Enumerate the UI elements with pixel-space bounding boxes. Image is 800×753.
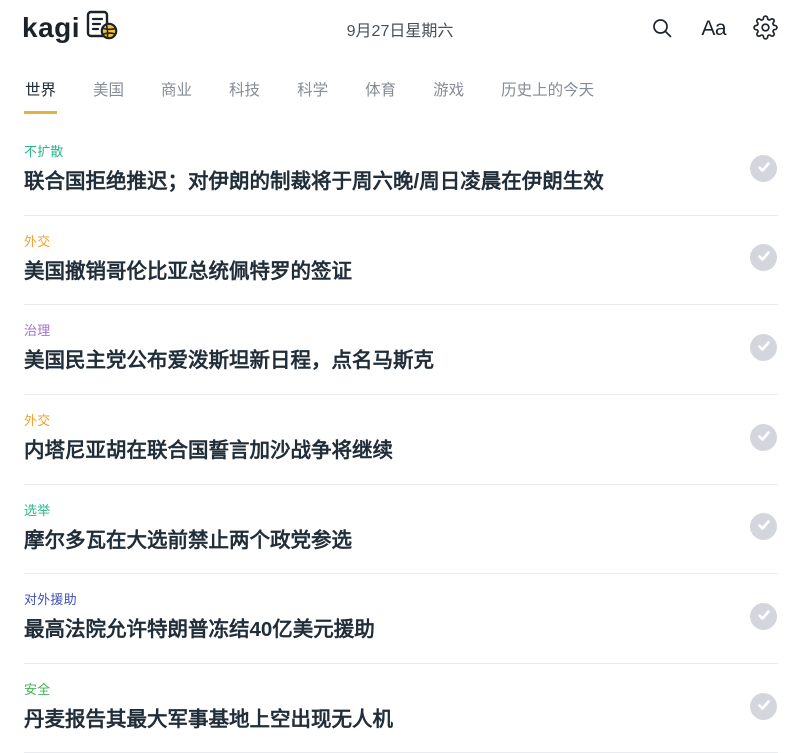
story-headline[interactable]: 美国民主党公布爱泼斯坦新日程，点名马斯克 <box>24 348 434 375</box>
story-item[interactable]: 不扩散 联合国拒绝推迟；对伊朗的制裁将于周六晚/周日凌晨在伊朗生效 <box>24 126 778 216</box>
story-headline[interactable]: 美国撤销哥伦比亚总统佩特罗的签证 <box>24 259 352 286</box>
checkmark-icon <box>757 429 771 446</box>
header-actions: Aa <box>650 15 778 43</box>
checkmark-icon <box>757 249 771 266</box>
story-text: 安全 丹麦报告其最大军事基地上空出现无人机 <box>24 679 409 734</box>
news-doc-icon <box>85 10 119 45</box>
tab-technology[interactable]: 科技 <box>228 74 261 114</box>
text-size-button[interactable]: Aa <box>701 17 726 41</box>
tab-business[interactable]: 商业 <box>160 74 193 114</box>
checkmark-icon <box>757 160 771 177</box>
kagi-logo-text: kagi <box>22 14 80 42</box>
mark-read-button[interactable] <box>750 513 777 540</box>
settings-gear-icon <box>753 15 778 43</box>
story-item[interactable]: 选举 摩尔多瓦在大选前禁止两个政党参选 <box>24 485 778 575</box>
story-text: 治理 美国民主党公布爱泼斯坦新日程，点名马斯克 <box>24 320 450 375</box>
story-category-label: 选举 <box>24 500 352 519</box>
story-item[interactable]: 治理 美国民主党公布爱泼斯坦新日程，点名马斯克 <box>24 305 778 395</box>
mark-read-button[interactable] <box>750 424 777 451</box>
checkmark-icon <box>757 608 771 625</box>
tab-sports[interactable]: 体育 <box>364 74 397 114</box>
story-category-label: 外交 <box>24 410 393 429</box>
story-category-label: 不扩散 <box>24 141 604 160</box>
checkmark-icon <box>757 339 771 356</box>
mark-read-button[interactable] <box>750 155 777 182</box>
mark-read-button[interactable] <box>750 334 777 361</box>
story-item[interactable]: 外交 美国撤销哥伦比亚总统佩特罗的签证 <box>24 216 778 306</box>
story-text: 外交 美国撤销哥伦比亚总统佩特罗的签证 <box>24 231 368 286</box>
kagi-logo[interactable]: kagi <box>22 14 119 45</box>
search-icon <box>650 16 674 43</box>
checkmark-icon <box>757 698 771 715</box>
story-item[interactable]: 外交 内塔尼亚胡在联合国誓言加沙战争将继续 <box>24 395 778 485</box>
tab-today-in-history[interactable]: 历史上的今天 <box>500 74 595 114</box>
story-category-label: 外交 <box>24 231 352 250</box>
tab-world[interactable]: 世界 <box>24 74 57 114</box>
story-headline[interactable]: 最高法院允许特朗普冻结40亿美元援助 <box>24 617 375 644</box>
story-list: 不扩散 联合国拒绝推迟；对伊朗的制裁将于周六晚/周日凌晨在伊朗生效 外交 美国撤… <box>0 126 800 753</box>
tab-games[interactable]: 游戏 <box>432 74 465 114</box>
story-category-label: 治理 <box>24 320 434 339</box>
tab-science[interactable]: 科学 <box>296 74 329 114</box>
search-button[interactable] <box>650 16 674 43</box>
story-category-label: 对外援助 <box>24 589 375 608</box>
story-headline[interactable]: 内塔尼亚胡在联合国誓言加沙战争将继续 <box>24 438 393 465</box>
story-text: 外交 内塔尼亚胡在联合国誓言加沙战争将继续 <box>24 410 409 465</box>
mark-read-button[interactable] <box>750 244 777 271</box>
app-header: kagi 9月27日星期六 Aa <box>0 0 800 58</box>
text-size-icon: Aa <box>701 17 726 41</box>
story-text: 不扩散 联合国拒绝推迟；对伊朗的制裁将于周六晚/周日凌晨在伊朗生效 <box>24 141 620 196</box>
tab-usa[interactable]: 美国 <box>92 74 125 114</box>
settings-button[interactable] <box>753 15 778 43</box>
story-headline[interactable]: 丹麦报告其最大军事基地上空出现无人机 <box>24 707 393 734</box>
category-tab-bar: 世界 美国 商业 科技 科学 体育 游戏 历史上的今天 <box>0 58 800 114</box>
story-item[interactable]: 安全 丹麦报告其最大军事基地上空出现无人机 <box>24 664 778 753</box>
story-text: 对外援助 最高法院允许特朗普冻结40亿美元援助 <box>24 589 391 644</box>
story-headline[interactable]: 摩尔多瓦在大选前禁止两个政党参选 <box>24 528 352 555</box>
mark-read-button[interactable] <box>750 693 777 720</box>
checkmark-icon <box>757 518 771 535</box>
story-headline[interactable]: 联合国拒绝推迟；对伊朗的制裁将于周六晚/周日凌晨在伊朗生效 <box>24 169 604 196</box>
story-item[interactable]: 对外援助 最高法院允许特朗普冻结40亿美元援助 <box>24 574 778 664</box>
story-category-label: 安全 <box>24 679 393 698</box>
story-text: 选举 摩尔多瓦在大选前禁止两个政党参选 <box>24 500 368 555</box>
mark-read-button[interactable] <box>750 603 777 630</box>
